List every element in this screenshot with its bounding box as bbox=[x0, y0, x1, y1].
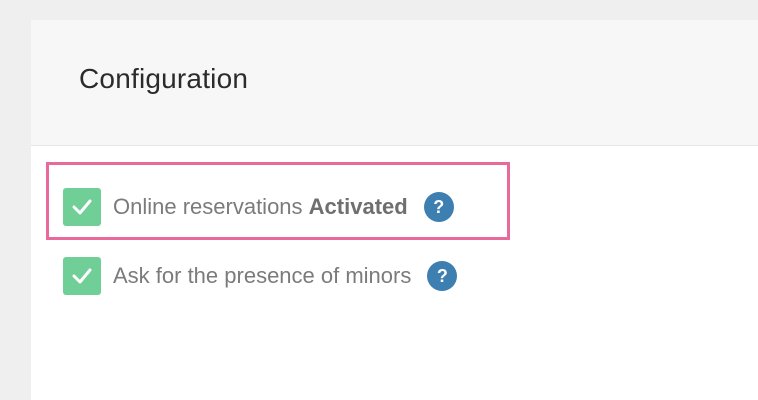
setting-online-reservations: Online reservations Activated ? bbox=[63, 188, 454, 226]
online-reservations-label: Online reservations Activated bbox=[113, 196, 408, 218]
checkmark-icon bbox=[72, 268, 92, 284]
question-circle-icon[interactable]: ? bbox=[423, 192, 454, 222]
checkmark-icon bbox=[72, 199, 92, 215]
setting-minors-presence: Ask for the presence of minors ? bbox=[63, 257, 458, 295]
minors-presence-label: Ask for the presence of minors bbox=[113, 263, 412, 288]
question-circle-icon[interactable]: ? bbox=[427, 261, 458, 291]
online-reservations-status: Activated bbox=[308, 194, 408, 219]
online-reservations-checkbox[interactable] bbox=[63, 188, 101, 226]
page-title: Configuration bbox=[79, 63, 249, 94]
online-reservations-text: Online reservations bbox=[113, 194, 303, 219]
minors-presence-checkbox[interactable] bbox=[63, 257, 101, 295]
panel-header: Configuration bbox=[31, 20, 758, 146]
